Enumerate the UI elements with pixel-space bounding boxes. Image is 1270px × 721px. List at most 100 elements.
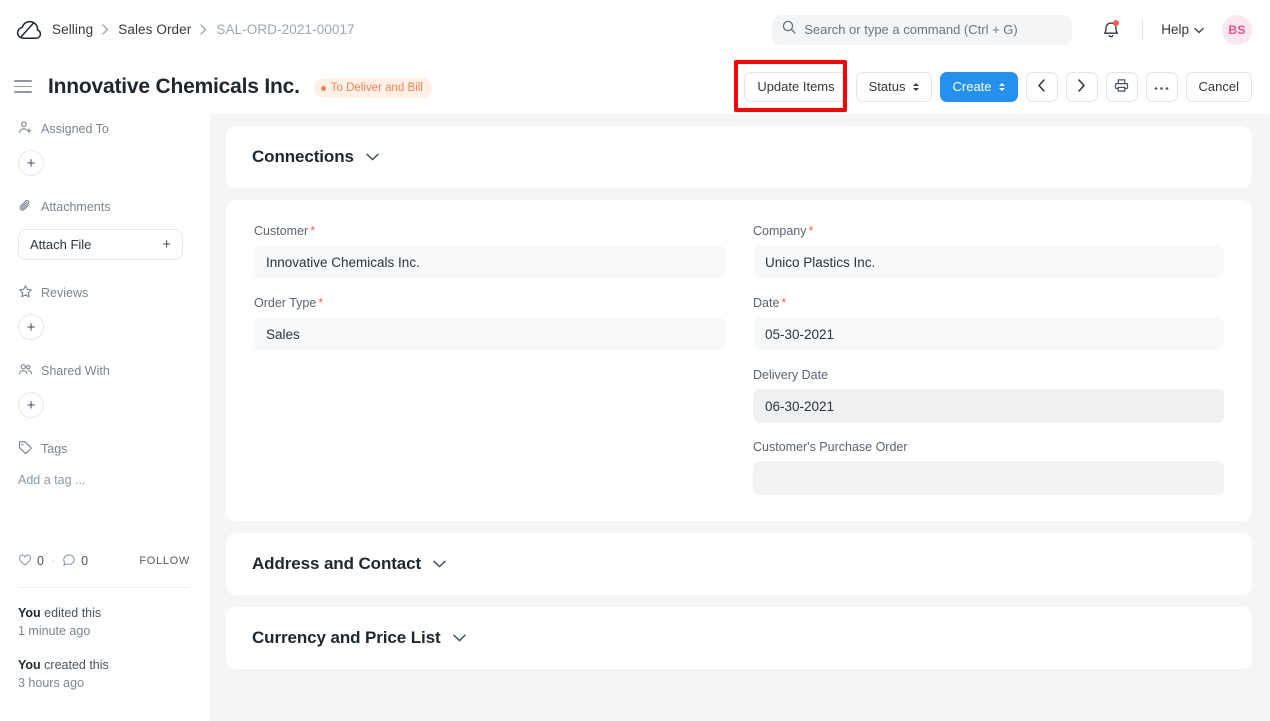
help-menu[interactable]: Help — [1157, 18, 1208, 41]
required-asterisk: * — [318, 296, 323, 310]
status-dot-icon — [321, 86, 326, 91]
breadcrumb: Selling Sales Order SAL-ORD-2021-00017 — [52, 22, 355, 37]
breadcrumb-item-sales-order[interactable]: Sales Order — [118, 22, 191, 37]
sales-order-details-form: Customer* Innovative Chemicals Inc. Orde… — [226, 200, 1252, 521]
social-row: 0 · 0 FOLLOW — [18, 547, 190, 573]
attach-file-button[interactable]: Attach File + — [18, 229, 183, 260]
activity-actor: You — [18, 658, 41, 672]
top-navbar: Selling Sales Order SAL-ORD-2021-00017 — [0, 0, 1270, 59]
attach-file-label: Attach File — [30, 237, 91, 252]
next-document-button[interactable] — [1066, 72, 1098, 102]
attachments-header: Attachments — [18, 192, 190, 222]
shared-with-header: Shared With — [18, 356, 190, 386]
star-icon — [18, 284, 33, 302]
search-icon — [782, 20, 796, 39]
required-asterisk: * — [809, 224, 814, 238]
address-and-contact-section: Address and Contact — [226, 533, 1252, 595]
global-search[interactable] — [772, 15, 1072, 45]
sidebar-section-reviews: Reviews + — [18, 278, 190, 340]
currency-and-price-list-header[interactable]: Currency and Price List — [226, 607, 1252, 669]
comment-button[interactable]: 0 — [62, 553, 88, 570]
chevron-down-icon[interactable] — [366, 153, 379, 161]
currency-and-price-list-section: Currency and Price List — [226, 607, 1252, 669]
currency-and-price-list-title: Currency and Price List — [252, 628, 441, 648]
more-options-button[interactable] — [1146, 72, 1178, 102]
customer-label: Customer — [254, 224, 308, 238]
sidebar-spacer — [18, 491, 190, 547]
sidebar-section-attachments: Attachments Attach File + — [18, 192, 190, 260]
connections-header[interactable]: Connections — [226, 126, 1252, 188]
comment-count: 0 — [81, 554, 88, 568]
form-grid: Customer* Innovative Chemicals Inc. Orde… — [254, 224, 1224, 495]
activity-actor: You — [18, 606, 41, 620]
hamburger-menu-icon[interactable] — [14, 76, 36, 98]
follow-button[interactable]: FOLLOW — [139, 555, 190, 567]
date-label: Date — [753, 296, 779, 310]
cancel-button[interactable]: Cancel — [1186, 72, 1252, 102]
company-input[interactable]: Unico Plastics Inc. — [753, 245, 1224, 279]
page-header: Innovative Chemicals Inc. To Deliver and… — [0, 59, 1270, 114]
print-button[interactable] — [1106, 72, 1138, 102]
create-button[interactable]: Create — [940, 72, 1018, 102]
chevron-down-icon[interactable] — [453, 634, 466, 642]
activity-timestamp: 1 minute ago — [18, 622, 190, 640]
address-and-contact-header[interactable]: Address and Contact — [226, 533, 1252, 595]
notifications-button[interactable] — [1094, 13, 1128, 47]
form-column-left: Customer* Innovative Chemicals Inc. Orde… — [254, 224, 725, 495]
activity-item: You created this 3 hours ago — [18, 656, 190, 692]
required-asterisk: * — [310, 224, 315, 238]
add-review-button[interactable]: + — [18, 314, 44, 340]
delivery-date-input[interactable]: 06-30-2021 — [753, 389, 1224, 423]
sidebar-divider — [18, 587, 190, 588]
field-company: Company* Unico Plastics Inc. — [753, 224, 1224, 279]
field-label: Customer's Purchase Order — [753, 440, 1224, 454]
user-plus-icon — [18, 120, 33, 138]
company-label: Company — [753, 224, 807, 238]
add-share-button[interactable]: + — [18, 392, 44, 418]
delivery-date-label: Delivery Date — [753, 368, 828, 382]
customers-purchase-order-label: Customer's Purchase Order — [753, 440, 908, 454]
customers-purchase-order-input[interactable] — [753, 461, 1224, 495]
field-label: Date* — [753, 296, 1224, 310]
activity-action: edited this — [41, 606, 101, 620]
sidebar-label-attachments: Attachments — [41, 200, 110, 214]
like-button[interactable]: 0 — [18, 553, 44, 570]
update-items-button[interactable]: Update Items — [744, 72, 847, 102]
connections-title: Connections — [252, 147, 354, 167]
field-delivery-date: Delivery Date 06-30-2021 — [753, 368, 1224, 423]
main-content: Connections Customer* Innovative Chemica… — [210, 114, 1270, 721]
add-assignment-button[interactable]: + — [18, 150, 44, 176]
status-badge: To Deliver and Bill — [314, 78, 432, 98]
previous-document-button[interactable] — [1026, 72, 1058, 102]
create-button-label: Create — [953, 79, 992, 94]
paperclip-icon — [18, 198, 33, 216]
navbar-divider — [1142, 19, 1143, 41]
cloud-logo-icon[interactable] — [14, 15, 44, 45]
date-input[interactable]: 05-30-2021 — [753, 317, 1224, 351]
chevron-right-icon — [200, 24, 207, 35]
status-button[interactable]: Status — [856, 72, 932, 102]
order-type-input[interactable]: Sales — [254, 317, 725, 351]
sidebar: Assigned To + Attachments Attach File + — [0, 114, 210, 721]
address-and-contact-title: Address and Contact — [252, 554, 421, 574]
add-tag-input[interactable]: Add a tag ... — [18, 473, 190, 487]
field-customers-purchase-order: Customer's Purchase Order — [753, 440, 1224, 495]
page-title: Innovative Chemicals Inc. — [48, 75, 300, 99]
order-type-label: Order Type — [254, 296, 316, 310]
avatar[interactable]: BS — [1222, 15, 1252, 45]
tag-icon — [18, 440, 33, 458]
search-input[interactable] — [804, 22, 1062, 37]
plus-icon: + — [162, 236, 171, 253]
activity-timestamp: 3 hours ago — [18, 674, 190, 692]
customer-input[interactable]: Innovative Chemicals Inc. — [254, 245, 725, 279]
connections-section: Connections — [226, 126, 1252, 188]
field-date: Date* 05-30-2021 — [753, 296, 1224, 351]
like-count: 0 — [37, 554, 44, 568]
tags-header: Tags — [18, 434, 190, 464]
notification-unread-dot — [1113, 20, 1119, 26]
sort-updown-icon — [999, 83, 1005, 91]
sidebar-label-tags: Tags — [41, 442, 67, 456]
breadcrumb-item-selling[interactable]: Selling — [52, 22, 93, 37]
field-order-type: Order Type* Sales — [254, 296, 725, 351]
chevron-down-icon[interactable] — [433, 560, 446, 568]
